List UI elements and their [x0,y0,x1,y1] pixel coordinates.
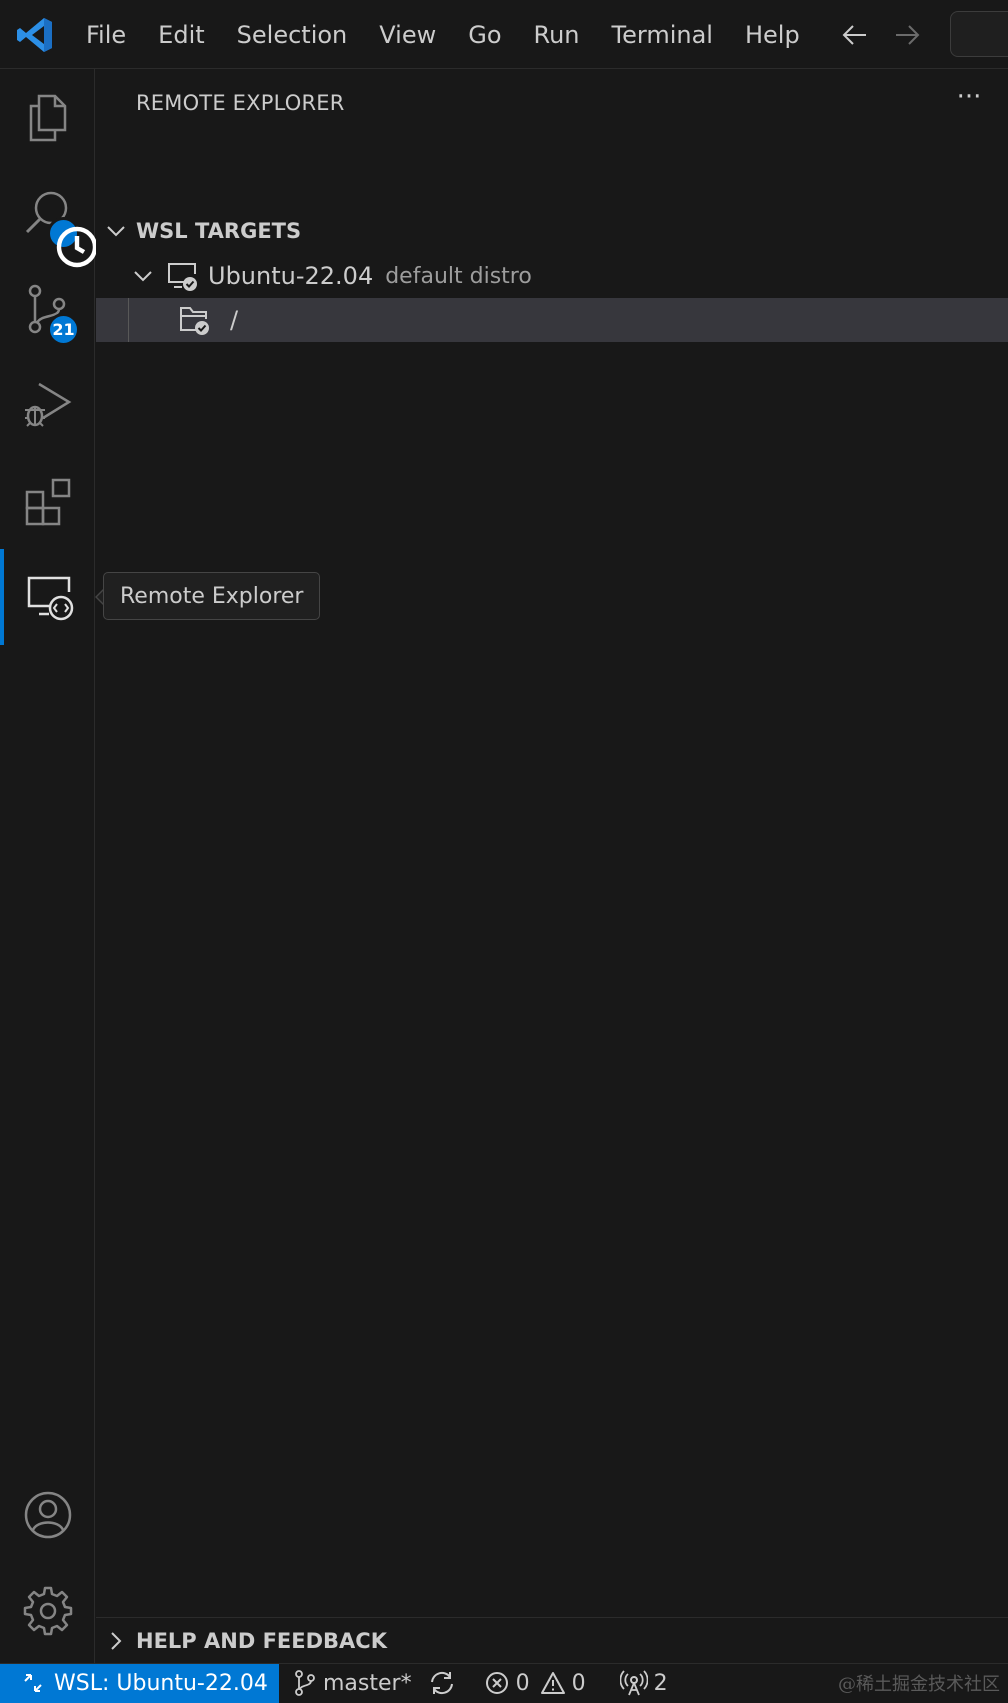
activity-source-control[interactable]: 21 [0,261,95,357]
remote-explorer-icon [27,576,73,621]
chevron-right-icon [96,1619,136,1663]
activity-remote-explorer[interactable] [0,549,95,645]
account-icon [24,1491,71,1539]
folder-connected-icon [180,307,209,335]
help-and-feedback-section-header[interactable]: HELP AND FEEDBACK [96,1617,1008,1663]
activity-explorer[interactable] [0,69,95,165]
warning-icon [540,1672,565,1694]
remote-explorer-tooltip: Remote Explorer [103,572,321,620]
ports-status[interactable]: 2 [594,1664,676,1703]
activity-bar: 21 [0,69,98,1663]
menu-go[interactable]: Go [452,0,517,69]
watermark-text: @稀土掘金技术社区 [838,1674,1000,1695]
activity-accounts[interactable] [0,1467,95,1563]
activity-run-and-debug[interactable] [0,357,95,453]
chevron-down-icon [96,265,154,287]
warning-count: 0 [571,1670,586,1696]
menu-run[interactable]: Run [518,0,596,69]
source-control-badge: 21 [47,313,80,346]
tree-item-ubuntu[interactable]: Ubuntu-22.04 default distro [96,254,1008,298]
ports-broadcast-icon [619,1670,648,1696]
clock-icon [47,217,98,268]
sync-button[interactable] [420,1664,470,1703]
section-label: WSL TARGETS [136,219,302,243]
tree-item-label: Ubuntu-22.04 [208,262,374,290]
remote-icon [24,1674,42,1692]
arrow-left-icon[interactable] [840,20,870,50]
error-icon [485,1672,508,1694]
debug-icon [24,382,71,427]
files-icon [29,94,66,142]
menu-bar: File Edit Selection View Go Run Terminal… [70,0,816,69]
more-actions-button[interactable]: ··· [949,84,989,117]
status-bar: WSL: Ubuntu-22.04 master* 0 0 2 @稀土掘金技术社… [0,1663,1008,1703]
wsl-targets-section-header[interactable]: WSL TARGETS [96,209,1008,253]
command-center[interactable] [950,11,1008,57]
error-count: 0 [515,1670,530,1696]
arrow-right-icon[interactable] [892,20,922,50]
menu-edit[interactable]: Edit [142,0,220,69]
title-bar: File Edit Selection View Go Run Terminal… [0,0,1008,69]
tree-item-label: / [230,306,239,334]
menu-file[interactable]: File [70,0,142,69]
indent-guide [128,298,129,342]
branch-label: master* [323,1670,412,1696]
menu-view[interactable]: View [363,0,452,69]
menu-selection[interactable]: Selection [221,0,364,69]
tree-item-root-folder[interactable]: / [96,298,1008,342]
remote-explorer-sidebar: REMOTE EXPLORER ··· WSL TARGETS Ubuntu-2… [96,69,1008,1663]
remote-label: WSL: Ubuntu-22.04 [54,1670,268,1696]
ports-count: 2 [653,1670,668,1696]
vscode-logo-icon[interactable] [16,16,54,54]
git-branch-icon [295,1670,315,1696]
extensions-icon [25,478,70,526]
sync-icon [430,1671,453,1695]
sidebar-title: REMOTE EXPLORER [136,91,345,115]
activity-search[interactable] [0,165,98,268]
section-label: HELP AND FEEDBACK [136,1628,387,1653]
problems-status[interactable]: 0 0 [470,1664,594,1703]
remote-machine-icon [168,263,197,291]
remote-indicator[interactable]: WSL: Ubuntu-22.04 [0,1663,279,1703]
gear-icon [23,1586,72,1636]
activity-manage[interactable] [0,1563,95,1659]
menu-help[interactable]: Help [729,0,816,69]
branch-status[interactable]: master* [279,1664,420,1703]
chevron-down-icon [96,209,136,253]
menu-terminal[interactable]: Terminal [596,0,729,69]
tree-item-description: default distro [385,263,532,289]
activity-extensions[interactable] [0,453,95,549]
